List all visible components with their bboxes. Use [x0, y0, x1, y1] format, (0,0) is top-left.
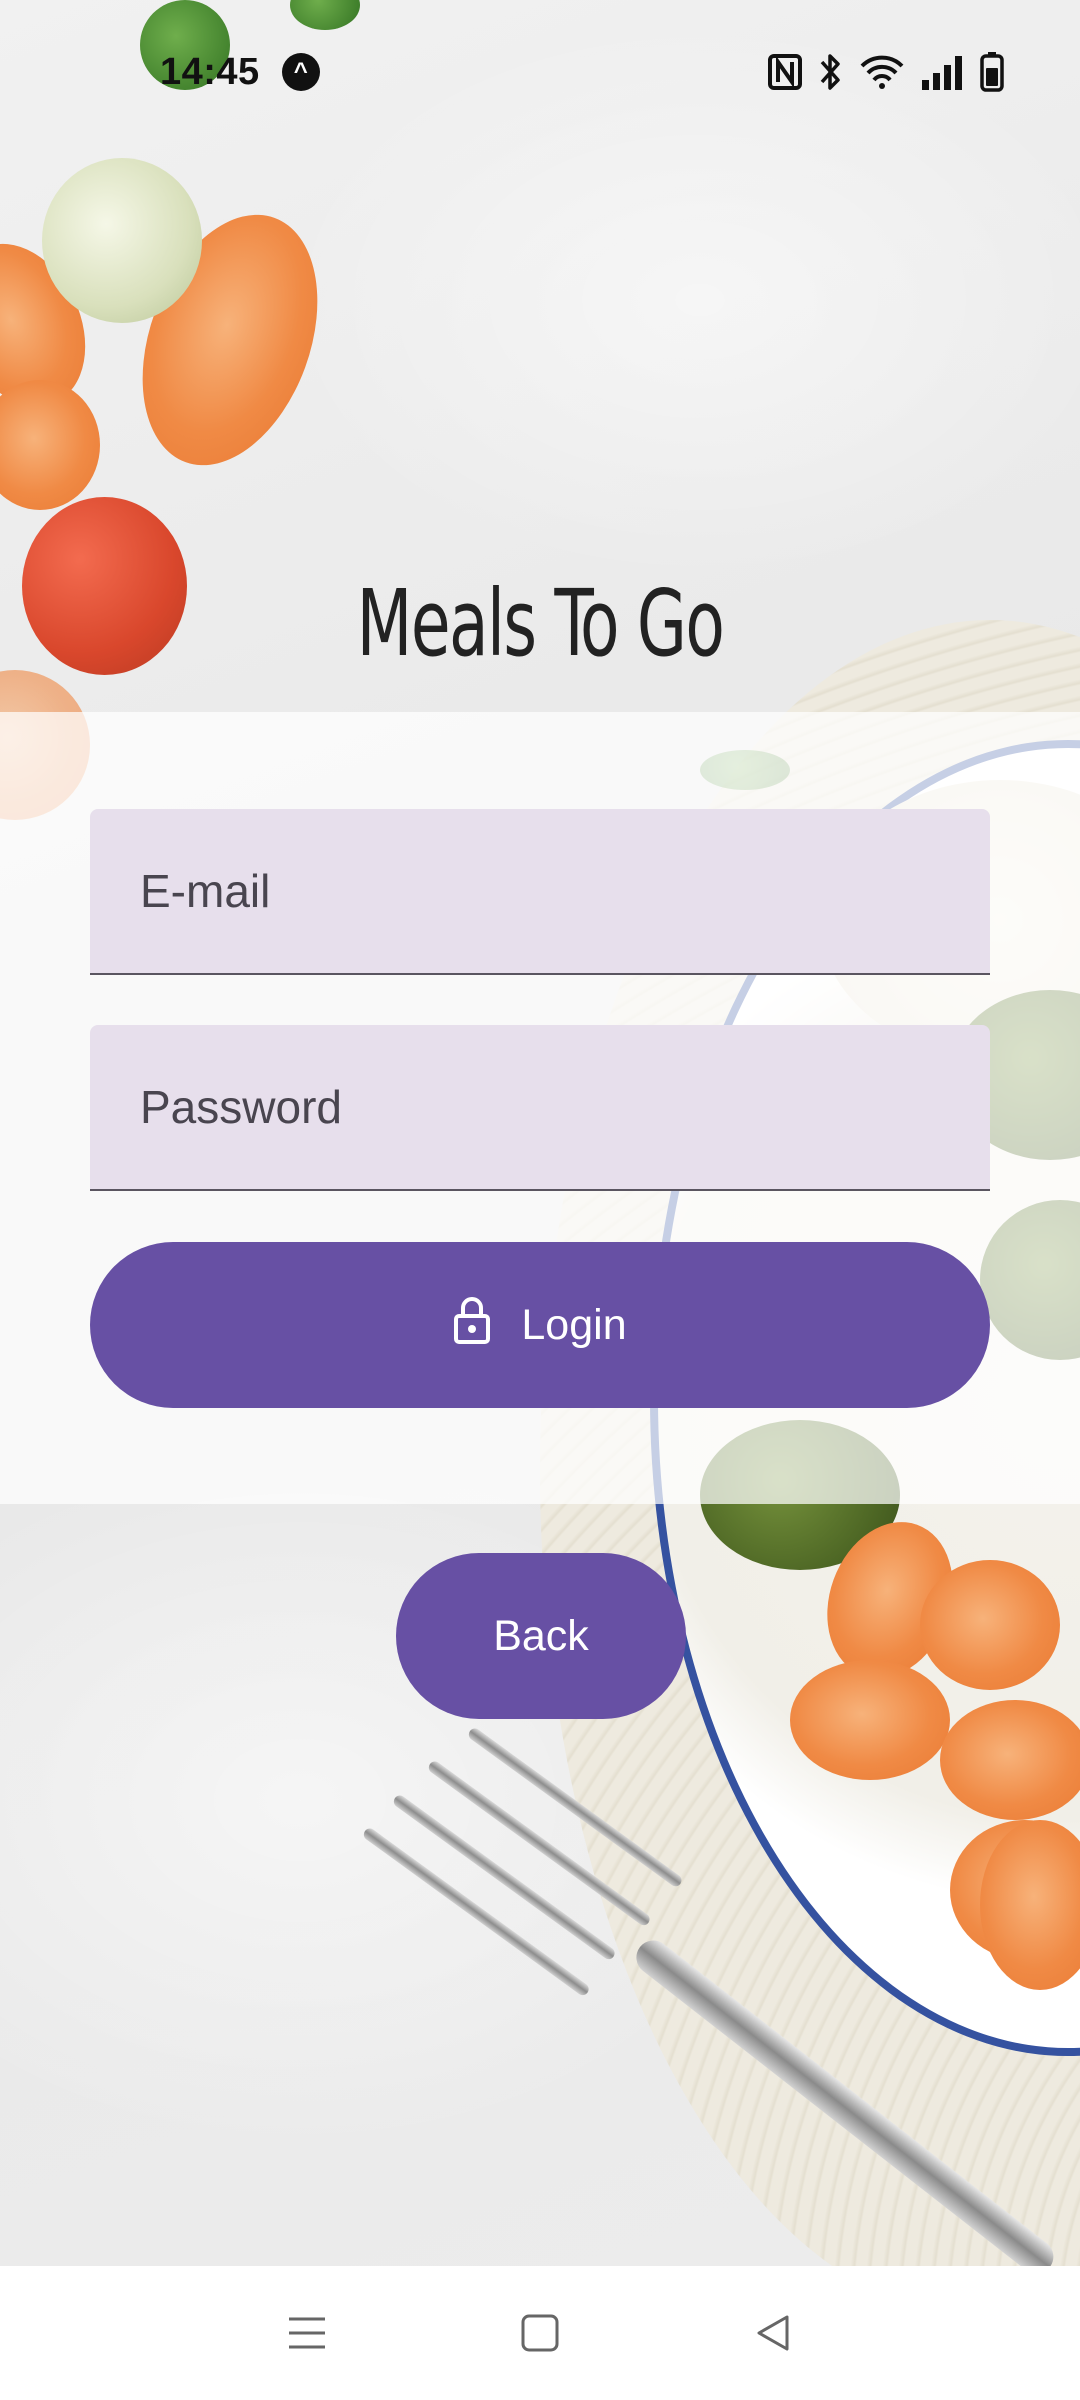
- carrot-slice-decoration: [0, 380, 100, 510]
- back-icon[interactable]: [733, 2293, 813, 2373]
- carrot-slice-decoration: [940, 1700, 1080, 1820]
- brussels-sprout-decoration: [42, 158, 202, 323]
- home-icon[interactable]: [500, 2293, 580, 2373]
- carrot-slice-decoration: [790, 1660, 950, 1780]
- battery-icon: [980, 52, 1004, 92]
- menu-icon[interactable]: [267, 2293, 347, 2373]
- email-field[interactable]: [90, 809, 990, 975]
- lock-open-icon: [453, 1296, 491, 1355]
- login-button-label: Login: [521, 1300, 627, 1349]
- nfc-icon: [768, 54, 802, 90]
- password-input[interactable]: [138, 1079, 990, 1135]
- system-navigation-bar: [0, 2266, 1080, 2400]
- password-field[interactable]: [90, 1025, 990, 1191]
- email-input[interactable]: [138, 863, 990, 919]
- bluetooth-icon: [818, 52, 844, 92]
- back-button[interactable]: Back: [396, 1553, 686, 1719]
- status-time: 14:45: [160, 50, 260, 93]
- back-button-label: Back: [493, 1611, 589, 1660]
- status-bar: 14:45 ^: [0, 0, 1080, 144]
- login-button[interactable]: Login: [90, 1242, 990, 1408]
- carrot-slice-decoration: [920, 1560, 1060, 1690]
- app-title: Meals To Go: [356, 570, 725, 677]
- signal-icon: [920, 54, 964, 90]
- app-notification-icon: ^: [281, 53, 320, 91]
- wifi-icon: [860, 54, 904, 90]
